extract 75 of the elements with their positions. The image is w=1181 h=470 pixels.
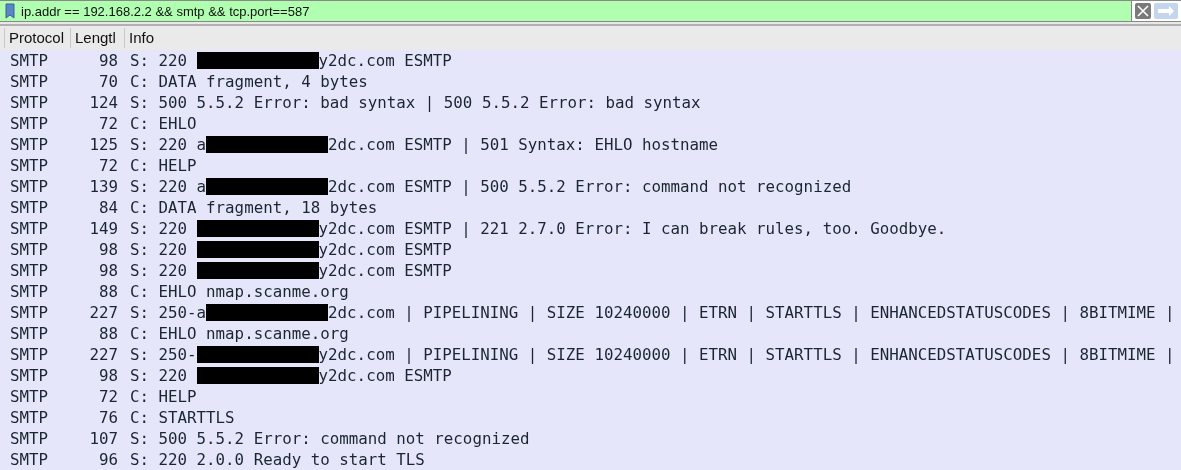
protocol-cell-text: SMTP	[10, 345, 50, 364]
display-filter-field[interactable]: ip.addr == 192.168.2.2 && smtp && tcp.port==587	[18, 1, 1132, 21]
length-cell-text: 72	[97, 387, 118, 406]
info-text: S: 220 2.0.0 Ready to start TLS	[130, 450, 425, 469]
bookmark-icon[interactable]	[0, 1, 18, 21]
length-cell-text: 139	[88, 177, 118, 196]
protocol-cell-text: SMTP	[10, 114, 50, 133]
info-text: C: DATA fragment, 4 bytes	[130, 72, 368, 91]
info-text: S: 220	[130, 219, 189, 238]
protocol-cell-text: SMTP	[10, 240, 50, 259]
length-cell-text: 72	[97, 156, 118, 175]
info-text: C: DATA fragment, 18 bytes	[130, 198, 378, 217]
info-text: S: 500 5.5.2 Error: bad syntax | 500 5.5.2 Error: bad syntax	[130, 93, 701, 112]
protocol-cell-text: SMTP	[10, 72, 50, 91]
info-text: y2dc.com ESMTP	[318, 51, 452, 70]
info-text: y2dc.com | PIPELINING | SIZE 10240000 | ETRN | STARTTLS | ENHANCEDSTATUSCODES | 8BITMIME |	[318, 345, 1175, 364]
length-cell-text: 88	[97, 324, 118, 343]
info-text: S: 250-a	[130, 303, 207, 322]
protocol-cell-text: SMTP	[10, 135, 50, 154]
info-text: 2dc.com ESMTP | 500 5.5.2 Error: command not recognized	[328, 177, 852, 196]
info-text: 2dc.com ESMTP | 501 Syntax: EHLO hostname	[328, 135, 719, 154]
length-cell-text: 70	[97, 72, 118, 91]
protocol-cell-text: SMTP	[10, 177, 50, 196]
protocol-cell-text: SMTP	[10, 93, 50, 112]
length-cell-text: 227	[88, 345, 118, 364]
protocol-cell-text: SMTP	[10, 282, 50, 301]
length-cell-text: 98	[97, 51, 118, 70]
protocol-cell-text: SMTP	[10, 387, 50, 406]
clear-button[interactable]	[1135, 3, 1151, 19]
protocol-cell-text: SMTP	[10, 156, 50, 175]
column-header[interactable]: Info	[124, 28, 184, 48]
length-cell-text: 84	[97, 198, 118, 217]
length-cell-text: 76	[97, 408, 118, 427]
protocol-cell-text: SMTP	[10, 408, 50, 427]
info-text: C: EHLO	[130, 114, 197, 133]
protocol-cell-text: SMTP	[10, 429, 50, 448]
protocol-cell-text: SMTP	[10, 51, 50, 70]
info-text: S: 250-	[130, 345, 197, 364]
length-cell-text: 98	[97, 261, 118, 280]
protocol-cell-text: SMTP	[10, 324, 50, 343]
info-text: y2dc.com ESMTP | 221 2.7.0 Error: I can break rules, too. Goodbye.	[318, 219, 947, 238]
info-text: S: 220	[130, 366, 189, 385]
info-text: S: 220	[130, 261, 189, 280]
protocol-cell-text: SMTP	[10, 366, 50, 385]
column-header[interactable]: Lengtl	[70, 28, 124, 48]
length-cell-text: 124	[88, 93, 118, 112]
length-cell-text: 98	[97, 240, 118, 259]
info-text: C: EHLO nmap.scanme.org	[130, 324, 349, 343]
info-text: y2dc.com ESMTP	[318, 240, 452, 259]
info-text: C: EHLO nmap.scanme.org	[130, 282, 349, 301]
protocol-cell-text: SMTP	[10, 450, 50, 469]
info-text: S: 500 5.5.2 Error: command not recognized	[130, 429, 530, 448]
protocol-cell-text: SMTP	[10, 219, 50, 238]
column-header[interactable]: Protocol	[4, 28, 70, 48]
info-text: S: 220 a	[130, 177, 207, 196]
length-cell-text: 72	[97, 114, 118, 133]
length-cell-text: 88	[97, 282, 118, 301]
info-text: S: 220	[130, 240, 189, 259]
info-text: S: 220 a	[130, 135, 207, 154]
info-text: y2dc.com ESMTP	[318, 366, 452, 385]
length-cell-text: 98	[97, 366, 118, 385]
protocol-cell-text: SMTP	[10, 303, 50, 322]
length-cell-text: 227	[88, 303, 118, 322]
length-cell-text: 149	[88, 219, 118, 238]
length-cell-text: 125	[88, 135, 118, 154]
info-text: 2dc.com | PIPELINING | SIZE 10240000 | ETRN | STARTTLS | ENHANCEDSTATUSCODES | 8BITMIME |	[328, 303, 1175, 322]
info-text: C: HELP	[130, 387, 197, 406]
info-text: C: STARTTLS	[130, 408, 235, 427]
protocol-cell-text: SMTP	[10, 261, 50, 280]
length-cell-text: 107	[88, 429, 118, 448]
info-text: y2dc.com ESMTP	[318, 261, 452, 280]
protocol-cell-text: SMTP	[10, 198, 50, 217]
length-cell-text: 96	[97, 450, 118, 469]
info-text: S: 220	[130, 51, 189, 70]
info-text: C: HELP	[130, 156, 197, 175]
